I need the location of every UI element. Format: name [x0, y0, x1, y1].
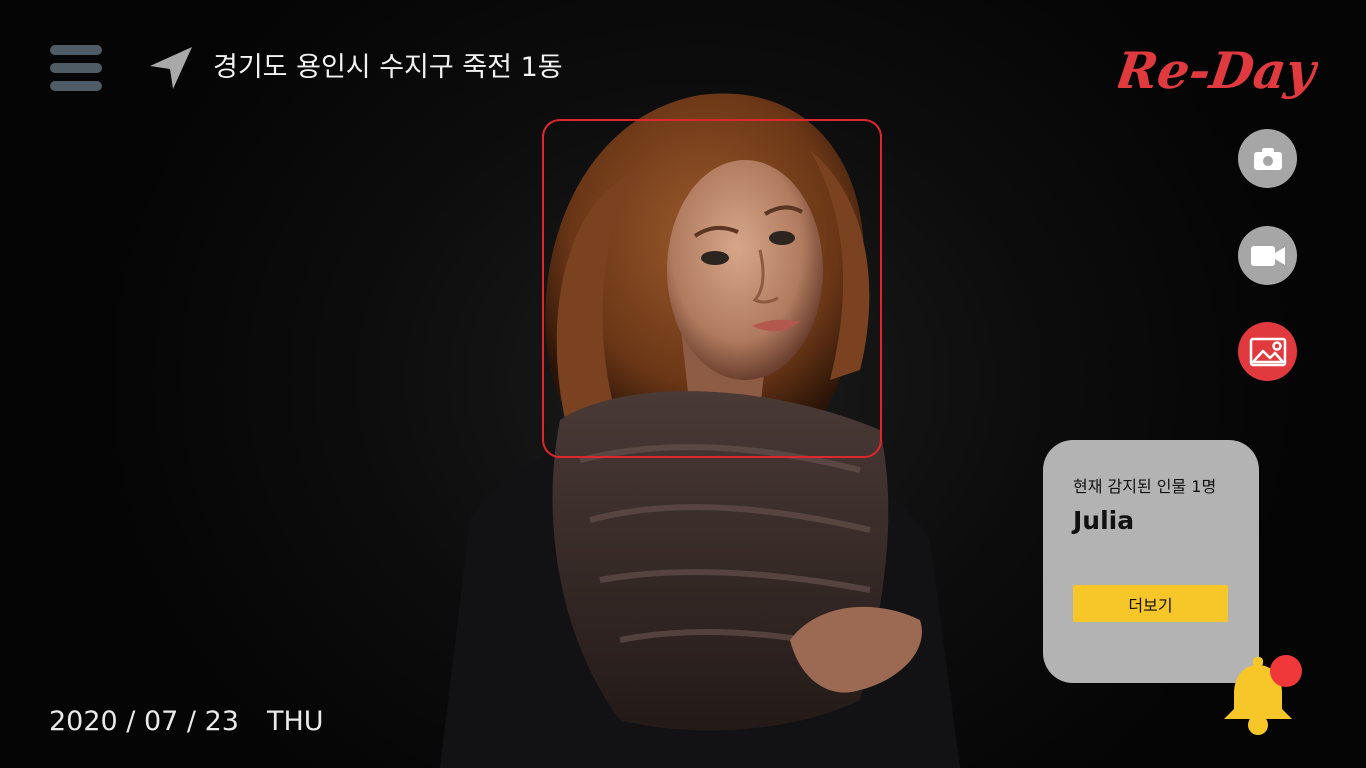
location-text: 경기도 용인시 수지구 죽전 1동 — [213, 52, 563, 83]
image-gallery-icon — [1249, 337, 1286, 366]
menu-bar — [50, 45, 102, 55]
menu-button[interactable] — [50, 45, 102, 91]
logo-text: Re-Day — [1118, 41, 1318, 100]
camera-button[interactable] — [1238, 129, 1297, 188]
camera-screen: 경기도 용인시 수지구 죽전 1동 Re-Day 현재 감지된 인물 1명 Ju… — [0, 0, 1366, 768]
camera-icon — [1253, 147, 1282, 170]
gallery-button[interactable] — [1238, 322, 1297, 381]
date-text: 2020 / 07 / 23 — [49, 706, 239, 737]
weekday-text: THU — [266, 706, 324, 737]
menu-bar — [50, 63, 102, 73]
video-button[interactable] — [1238, 226, 1297, 285]
detection-count-text: 현재 감지된 인물 1명 — [1073, 477, 1217, 496]
face-detection-box[interactable] — [542, 119, 882, 458]
video-camera-icon — [1250, 245, 1285, 266]
date-display: 2020 / 07 / 23 THU — [49, 702, 324, 742]
re-day-logo: Re-Day — [1118, 41, 1318, 100]
menu-bar — [50, 81, 102, 91]
detected-person-name: Julia — [1073, 506, 1135, 535]
bell-icon[interactable] — [1222, 653, 1304, 737]
more-button[interactable]: 더보기 — [1073, 585, 1228, 622]
navigation-arrow-icon — [150, 47, 192, 89]
notification-badge — [1270, 655, 1302, 687]
detection-card: 현재 감지된 인물 1명 Julia 더보기 — [1043, 440, 1259, 683]
